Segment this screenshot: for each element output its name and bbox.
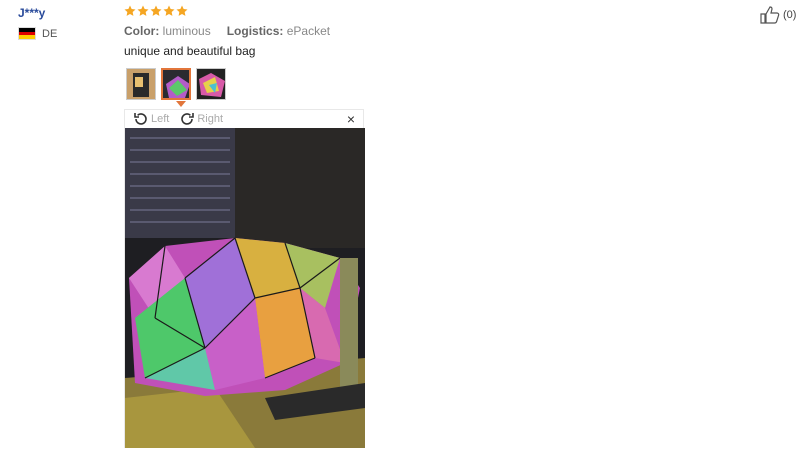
rotate-right-icon [181, 113, 195, 125]
review-photo-thumbnail[interactable] [196, 68, 226, 100]
close-viewer-button[interactable]: × [347, 112, 355, 126]
helpful-button[interactable]: (0) [760, 6, 796, 24]
star-rating [124, 5, 188, 17]
star-icon [176, 5, 188, 16]
review-photo-thumbnail[interactable] [126, 68, 156, 100]
color-attribute: Color: luminous [124, 24, 211, 38]
review-attributes: Color: luminous Logistics: ePacket [124, 24, 330, 38]
rotate-left-icon [134, 113, 147, 125]
thumbnail-pointer [176, 101, 186, 107]
review-photo-large [125, 128, 365, 448]
star-icon [150, 5, 162, 16]
review-text: unique and beautiful bag [124, 44, 256, 58]
review-thumbnails [126, 68, 226, 100]
rotate-right-button[interactable]: Right [179, 111, 223, 127]
viewer-toolbar: Left Right × [125, 110, 363, 128]
helpful-count: (0) [783, 9, 797, 21]
star-icon [137, 5, 149, 16]
star-icon [163, 5, 175, 16]
reviewer-name: J***y [18, 6, 46, 20]
star-icon [124, 5, 136, 16]
country-code: DE [42, 27, 58, 40]
germany-flag-icon [18, 27, 36, 40]
reviewer-country: DE [18, 27, 57, 40]
rotate-left-button[interactable]: Left [133, 111, 169, 127]
thumbs-up-icon [760, 6, 780, 24]
review-photo-thumbnail[interactable] [161, 68, 191, 100]
logistics-attribute: Logistics: ePacket [226, 24, 331, 38]
image-viewer: Left Right × [124, 109, 365, 448]
